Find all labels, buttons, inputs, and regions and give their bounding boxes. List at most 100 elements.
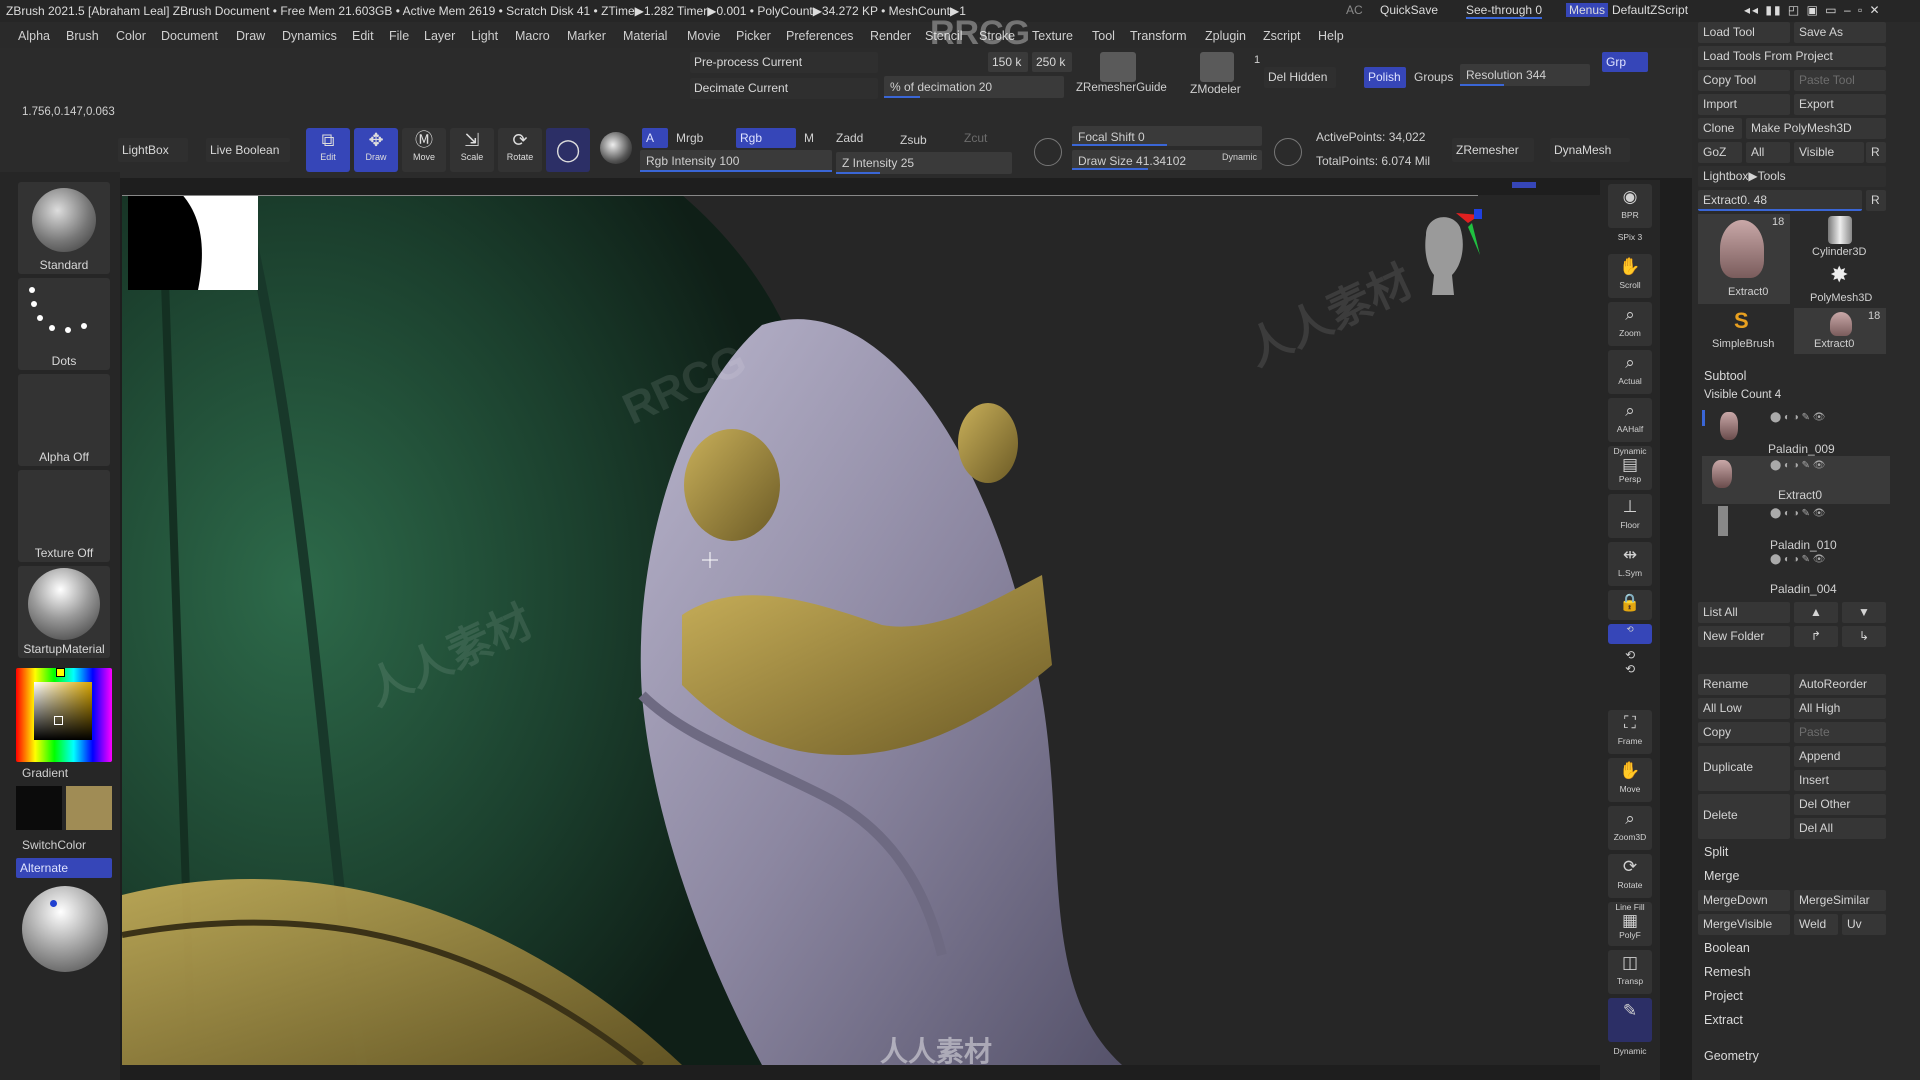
remesh-section[interactable]: Remesh <box>1700 962 1890 984</box>
k250-button[interactable]: 250 k <box>1032 52 1072 72</box>
polish-toggle[interactable]: Polish <box>1364 67 1406 88</box>
menu-transform[interactable]: Transform <box>1130 29 1187 43</box>
subtool-visibility-icon[interactable]: ⬤ ◐ ◑ ✎ 👁 <box>1770 412 1825 423</box>
aahalf-button[interactable]: ⌕ AAHalf <box>1608 398 1652 442</box>
project-section[interactable]: Project <box>1700 986 1890 1008</box>
scale-mode-button[interactable]: ⇲ Scale <box>450 128 494 172</box>
hue-marker[interactable] <box>56 668 65 677</box>
rotate-axis-icons[interactable]: ⟲ ⟲ <box>1608 648 1652 678</box>
dynamesh-button[interactable]: DynaMesh <box>1550 138 1630 162</box>
move-up-arrow-icon[interactable]: ▲ <box>1794 602 1838 623</box>
bpr-button[interactable]: ◉ BPR <box>1608 184 1652 228</box>
new-folder-button[interactable]: New Folder <box>1698 626 1790 647</box>
menus-toggle[interactable]: Menus <box>1566 3 1609 17</box>
zmodeler-icon[interactable] <box>1200 52 1234 82</box>
live-boolean-button[interactable]: Live Boolean <box>206 138 290 162</box>
merge-section[interactable]: Merge <box>1700 866 1890 888</box>
menu-edit[interactable]: Edit <box>352 29 374 43</box>
import-button[interactable]: Import <box>1698 94 1790 115</box>
grp-toggle[interactable]: Grp <box>1602 52 1648 72</box>
menu-render[interactable]: Render <box>870 29 911 43</box>
lightbox-tools-button[interactable]: Lightbox▶Tools <box>1698 166 1886 187</box>
color-marker[interactable] <box>54 716 63 725</box>
material-preview-sphere[interactable] <box>22 886 108 972</box>
tool-thumb-extract0[interactable]: Extract0 18 <box>1698 214 1790 304</box>
subtool-item-paladin-009[interactable]: ⬤ ◐ ◑ ✎ 👁 Paladin_009 <box>1702 408 1890 456</box>
move-view-button[interactable]: ✋ Move <box>1608 758 1652 802</box>
alternate-toggle[interactable]: Alternate <box>16 858 112 878</box>
lsym-button[interactable]: ⇹ L.Sym <box>1608 542 1652 586</box>
copy-subtool-button[interactable]: Copy <box>1698 722 1790 743</box>
sphere-brush-icon[interactable]: ◯ <box>546 128 590 172</box>
all-low-button[interactable]: All Low <box>1698 698 1790 719</box>
extract-tool-slider[interactable]: Extract0. 48 <box>1698 190 1862 211</box>
lightbox-button[interactable]: LightBox <box>118 138 188 162</box>
switchcolor-button[interactable]: SwitchColor <box>22 838 86 852</box>
menu-layer[interactable]: Layer <box>424 29 455 43</box>
menu-material[interactable]: Material <box>623 29 667 43</box>
edit-mode-button[interactable]: ⧉ Edit <box>306 128 350 172</box>
actual-button[interactable]: ⌕ Actual <box>1608 350 1652 394</box>
paste-tool-button[interactable]: Paste Tool <box>1794 70 1886 91</box>
move-mode-button[interactable]: Ⓜ Move <box>402 128 446 172</box>
rgb-intensity-slider[interactable]: Rgb Intensity 100 <box>640 150 832 172</box>
export-button[interactable]: Export <box>1794 94 1886 115</box>
subtool-visibility-icon[interactable]: ⬤ ◐ ◑ ✎ 👁 <box>1770 460 1825 471</box>
color-picker[interactable] <box>16 668 112 762</box>
preprocess-current-button[interactable]: Pre-process Current <box>690 52 878 73</box>
del-all-button[interactable]: Del All <box>1794 818 1886 839</box>
decimate-current-button[interactable]: Decimate Current <box>690 78 878 99</box>
clone-button[interactable]: Clone <box>1698 118 1742 139</box>
scroll-button[interactable]: ✋ Scroll <box>1608 254 1652 298</box>
default-zscript-button[interactable]: DefaultZScript <box>1612 3 1688 17</box>
copy-tool-button[interactable]: Copy Tool <box>1698 70 1790 91</box>
menu-draw[interactable]: Draw <box>236 29 265 43</box>
persp-button[interactable]: Dynamic ▤ Persp <box>1608 446 1652 490</box>
save-as-button[interactable]: Save As <box>1794 22 1886 43</box>
tool-thumb-polymesh3d[interactable]: ✸ PolyMesh3D <box>1794 262 1886 308</box>
visible-count-slider[interactable]: Visible Count 4 <box>1700 386 1890 408</box>
zadd-toggle[interactable]: Zadd <box>836 131 863 145</box>
zoom-button[interactable]: ⌕ Zoom <box>1608 302 1652 346</box>
boolean-section[interactable]: Boolean <box>1700 938 1890 960</box>
menu-dynamics[interactable]: Dynamics <box>282 29 337 43</box>
focal-shift-slider[interactable]: Focal Shift 0 <box>1072 126 1262 146</box>
load-tools-from-project-button[interactable]: Load Tools From Project <box>1698 46 1886 67</box>
zsub-toggle[interactable]: Zsub <box>900 133 927 147</box>
menu-brush[interactable]: Brush <box>66 29 99 43</box>
folder-out-icon[interactable]: ↳ <box>1842 626 1886 647</box>
subtool-header[interactable]: Subtool <box>1700 366 1890 388</box>
tool-thumb-simplebrush[interactable]: S SimpleBrush <box>1698 308 1790 354</box>
uv-toggle[interactable]: Uv <box>1842 914 1886 935</box>
color-square[interactable] <box>34 682 92 740</box>
menu-macro[interactable]: Macro <box>515 29 550 43</box>
brush-slot[interactable]: Standard <box>18 182 110 274</box>
list-all-button[interactable]: List All <box>1698 602 1790 623</box>
zoom3d-button[interactable]: ⌕ Zoom3D <box>1608 806 1652 850</box>
primary-color-swatch[interactable] <box>66 786 112 830</box>
menu-file[interactable]: File <box>389 29 409 43</box>
mergedown-button[interactable]: MergeDown <box>1698 890 1790 911</box>
floor-button[interactable]: ⊥ Floor <box>1608 494 1652 538</box>
subtool-item-paladin-004[interactable]: ⬤ ◐ ◑ ✎ 👁 Paladin_004 <box>1702 552 1890 600</box>
delete-button[interactable]: Delete <box>1698 794 1790 839</box>
sculpt-render[interactable] <box>122 195 1602 1065</box>
resolution-slider[interactable]: Resolution 344 <box>1460 64 1590 86</box>
menu-preferences[interactable]: Preferences <box>786 29 853 43</box>
menu-light[interactable]: Light <box>471 29 498 43</box>
mergevisible-button[interactable]: MergeVisible <box>1698 914 1790 935</box>
zremesher-button[interactable]: ZRemesher <box>1452 138 1534 162</box>
goz-button[interactable]: GoZ <box>1698 142 1742 163</box>
alpha-slot[interactable]: Alpha Off <box>18 374 110 466</box>
stroke-slot[interactable]: Dots <box>18 278 110 370</box>
geometry-section[interactable]: Geometry <box>1700 1046 1890 1068</box>
menu-zplugin[interactable]: Zplugin <box>1205 29 1246 43</box>
mrgb-toggle[interactable]: Mrgb <box>676 131 703 145</box>
light-direction-dot[interactable] <box>50 900 57 907</box>
menu-picker[interactable]: Picker <box>736 29 771 43</box>
extract-section[interactable]: Extract <box>1700 1010 1890 1032</box>
texture-slot[interactable]: Texture Off <box>18 470 110 562</box>
menu-texture[interactable]: Texture <box>1032 29 1073 43</box>
zremesher-guide-icon[interactable] <box>1100 52 1136 82</box>
rgb-toggle[interactable]: Rgb <box>736 128 796 148</box>
